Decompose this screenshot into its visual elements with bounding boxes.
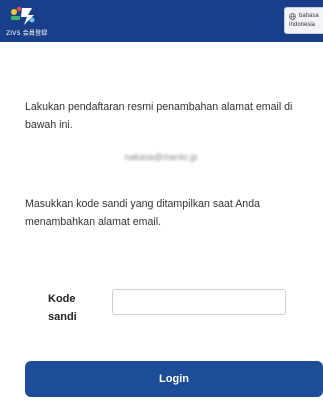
email-address: nakasa@manto.jp [124,152,198,162]
password-instruction-text: Masukkan kode sandi yang ditampilkan saa… [25,198,260,228]
language-button[interactable]: bahasa Indonesia [284,7,323,34]
language-label-line1: bahasa [299,13,319,19]
login-button[interactable]: Login [25,361,323,397]
app-header: ZIVS 会員登録 bahasa Indonesia [0,0,323,42]
password-label: Kode sandi [48,293,77,323]
logo-text: ZIVS 会員登録 [6,30,48,37]
language-label-line2: Indonesia [289,22,316,28]
logo[interactable]: ZIVS 会員登録 [6,3,48,39]
instruction-text: Lakukan pendaftaran resmi penambahan ala… [25,101,293,131]
password-input[interactable] [112,289,286,315]
ziv-logo-icon [11,6,35,25]
globe-icon [289,13,296,20]
